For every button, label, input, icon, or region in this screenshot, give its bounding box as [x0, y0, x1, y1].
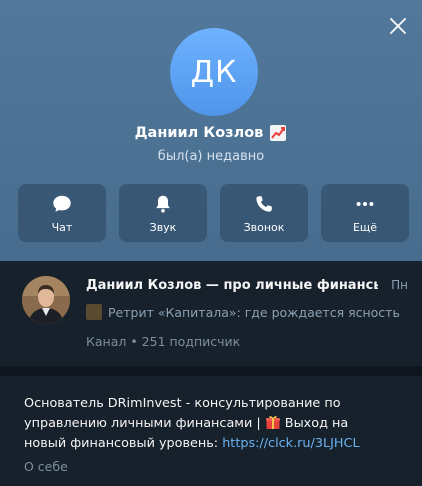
- action-bar: Чат Звук Звонок Ещё: [18, 184, 409, 242]
- about-text: Основатель DRimInvest - консультирование…: [24, 394, 394, 454]
- phone-icon: [256, 195, 272, 212]
- channel-last-message: Ретрит «Капитала»: где рождается ясность: [86, 304, 408, 320]
- about-label: О себе: [24, 459, 68, 474]
- sound-button[interactable]: Звук: [119, 184, 207, 242]
- more-icon: [356, 201, 374, 206]
- more-button[interactable]: Ещё: [321, 184, 409, 242]
- bell-icon: [156, 195, 170, 213]
- chart-increasing-icon: [270, 125, 287, 141]
- channel-title: Даниил Козлов — про личные финансы: [86, 278, 378, 293]
- close-icon[interactable]: [388, 16, 408, 36]
- chat-button[interactable]: Чат: [18, 184, 106, 242]
- avatar[interactable]: ДК: [170, 28, 258, 116]
- channel-meta: Канал • 251 подписчик: [86, 334, 241, 349]
- avatar-initials: ДК: [190, 54, 238, 90]
- channel-time: Пн: [391, 278, 408, 292]
- channel-avatar: [22, 276, 70, 324]
- call-button-label: Звонок: [243, 220, 285, 234]
- linked-channel[interactable]: Даниил Козлов — про личные финансы Пн Ре…: [0, 261, 422, 366]
- chat-button-label: Чат: [51, 220, 73, 234]
- chat-icon: [53, 195, 71, 212]
- gift-icon: [265, 416, 280, 429]
- about-section: Основатель DRimInvest - консультирование…: [0, 376, 422, 486]
- channel-last-message-text: Ретрит «Капитала»: где рождается ясность: [108, 304, 400, 320]
- sound-button-label: Звук: [149, 220, 177, 234]
- call-button[interactable]: Звонок: [220, 184, 308, 242]
- channel-avatar-photo: [22, 276, 70, 324]
- profile-name: Даниил Козлов: [134, 125, 264, 141]
- section-divider: [0, 366, 422, 376]
- message-thumbnail-icon: [86, 304, 102, 320]
- profile-header: ДК Даниил Козлов был(а) недавно Чат Звук: [0, 0, 422, 261]
- profile-name-row: Даниил Козлов: [0, 124, 422, 142]
- profile-status: был(а) недавно: [157, 149, 265, 164]
- more-button-label: Ещё: [352, 220, 378, 234]
- about-link[interactable]: https://clck.ru/3LJHCL: [222, 436, 359, 451]
